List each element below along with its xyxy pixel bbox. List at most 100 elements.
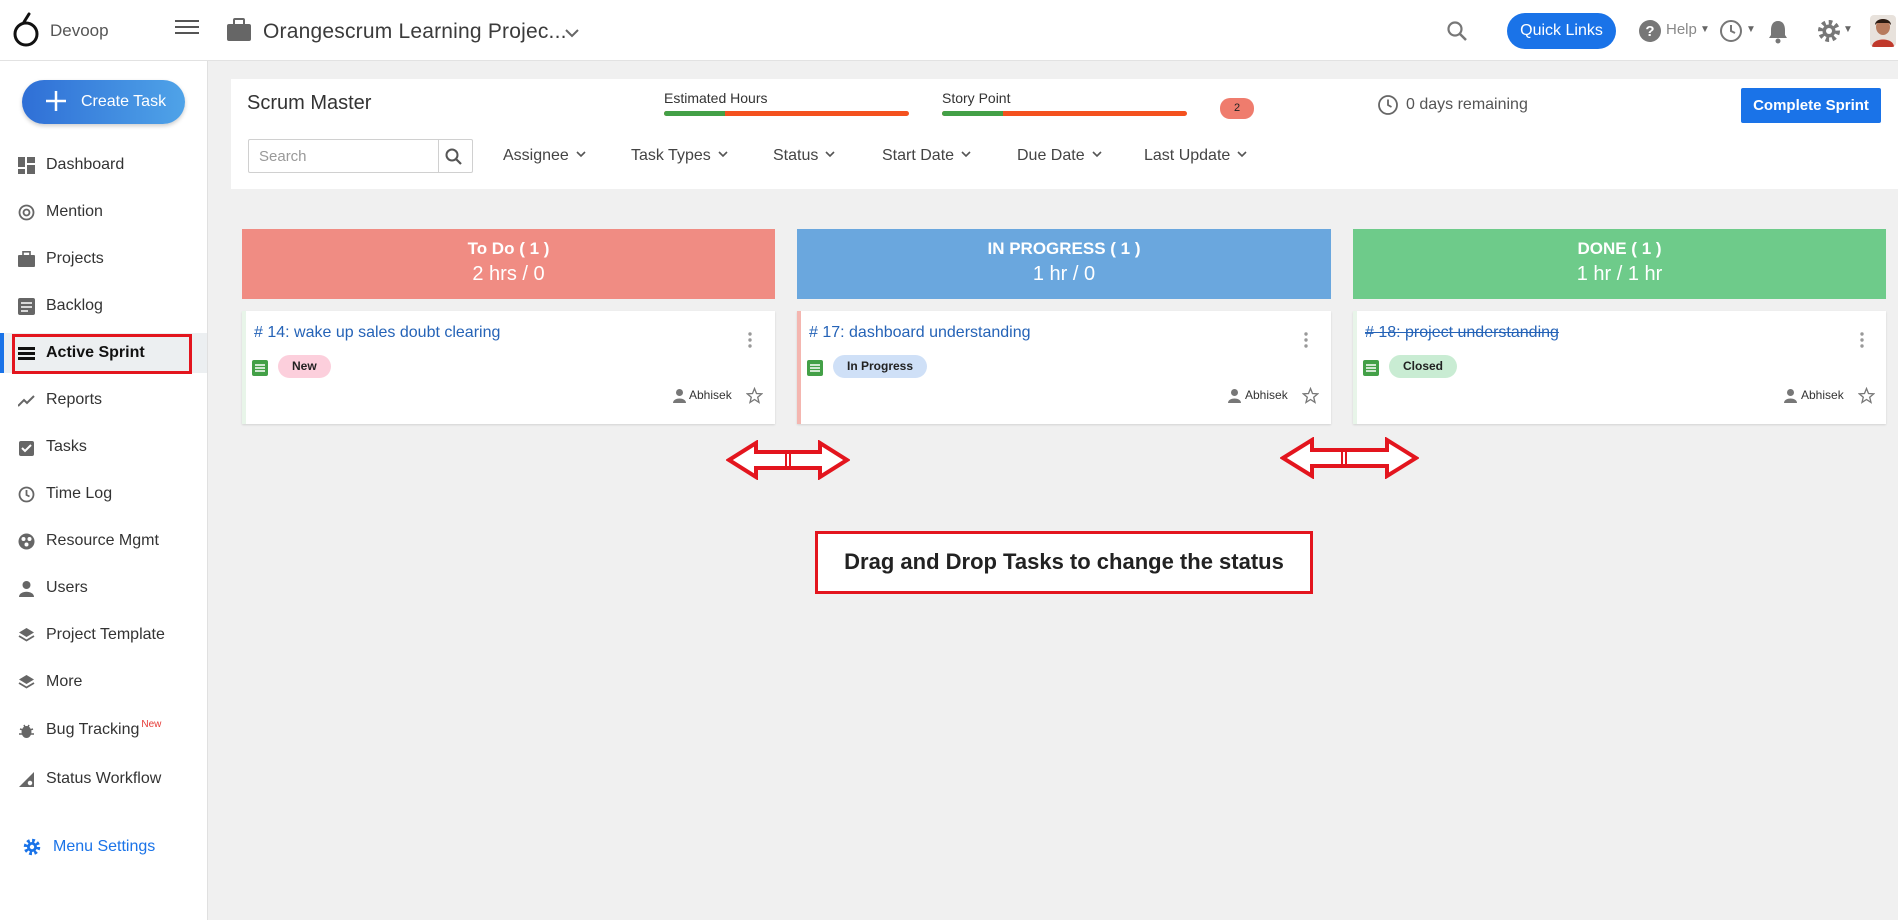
sidebar-item-tasks[interactable]: Tasks <box>0 427 207 467</box>
quick-links-button[interactable]: Quick Links <box>1507 13 1616 49</box>
card-accent <box>797 311 801 424</box>
caret-down-icon[interactable]: ▼ <box>1843 24 1853 35</box>
filter-due-date[interactable]: Due Date <box>1017 147 1103 165</box>
sidebar-item-time-log[interactable]: Time Log <box>0 474 207 514</box>
filter-label: Status <box>773 147 819 164</box>
sidebar-item-project-template[interactable]: Project Template <box>0 615 207 655</box>
column-header-todo: To Do ( 1 ) 2 hrs / 0 <box>242 229 775 299</box>
company-name[interactable]: Devoop <box>50 21 109 41</box>
plus-icon <box>46 91 66 111</box>
sidebar: Create Task Dashboard Mention Projects B… <box>0 61 208 920</box>
trend-icon <box>18 395 35 407</box>
project-title[interactable]: Orangescrum Learning Projec... <box>263 20 567 44</box>
task-card[interactable]: # 18: project understanding Closed Abhis… <box>1353 311 1886 424</box>
orangescrum-logo-icon[interactable] <box>12 12 42 48</box>
search-icon[interactable] <box>1446 20 1468 42</box>
caret-down-icon[interactable]: ▼ <box>1700 24 1710 35</box>
dashboard-icon <box>18 157 35 174</box>
more-vertical-icon[interactable] <box>1859 331 1865 349</box>
task-search <box>248 139 473 173</box>
filter-task-types[interactable]: Task Types <box>631 147 729 165</box>
avatar[interactable] <box>1870 15 1896 47</box>
briefcase-icon <box>18 251 35 267</box>
more-vertical-icon[interactable] <box>747 331 753 349</box>
create-task-button[interactable]: Create Task <box>22 80 185 124</box>
sidebar-item-label: Bug Tracking New <box>46 719 162 739</box>
story-point-progress <box>942 111 1187 116</box>
filter-last-update[interactable]: Last Update <box>1144 147 1248 165</box>
sidebar-item-more[interactable]: More <box>0 662 207 702</box>
sidebar-item-projects[interactable]: Projects <box>0 239 207 279</box>
chevron-down-icon[interactable] <box>563 24 581 42</box>
task-title-link[interactable]: # 17: dashboard understanding <box>809 324 1031 342</box>
menu-settings-link[interactable]: Menu Settings <box>0 827 207 867</box>
status-badge[interactable]: In Progress <box>833 355 928 378</box>
card-accent <box>1353 311 1357 424</box>
progress-fill <box>664 111 726 116</box>
column-title: IN PROGRESS ( 1 ) <box>987 239 1141 258</box>
chevron-down-icon <box>576 151 586 157</box>
sidebar-item-label: Dashboard <box>46 156 125 173</box>
briefcase-icon <box>227 18 251 41</box>
menu-toggle-icon[interactable] <box>175 20 199 40</box>
sidebar-item-label: Tasks <box>46 438 87 455</box>
filter-label: Assignee <box>503 147 569 164</box>
sidebar-item-bug-tracking[interactable]: Bug Tracking New <box>0 710 207 750</box>
filter-label: Due Date <box>1017 147 1085 164</box>
bell-icon[interactable] <box>1767 18 1789 44</box>
sidebar-item-backlog[interactable]: Backlog <box>0 286 207 326</box>
assignee-name[interactable]: Abhisek <box>1801 388 1844 402</box>
star-icon[interactable] <box>746 387 763 404</box>
sidebar-item-label: Mention <box>46 203 103 220</box>
task-card[interactable]: # 17: dashboard understanding In Progres… <box>797 311 1331 424</box>
task-card[interactable]: # 14: wake up sales doubt clearing New A… <box>242 311 775 424</box>
help-icon[interactable]: ? <box>1638 19 1662 43</box>
search-icon[interactable] <box>444 147 464 167</box>
assignee-name[interactable]: Abhisek <box>689 388 732 402</box>
sidebar-item-mention[interactable]: Mention <box>0 192 207 232</box>
sidebar-item-resource-mgmt[interactable]: Resource Mgmt <box>0 521 207 561</box>
filter-status[interactable]: Status <box>773 147 836 165</box>
sidebar-item-dashboard[interactable]: Dashboard <box>0 145 207 185</box>
layers-icon <box>18 675 35 689</box>
sidebar-item-label: More <box>46 673 83 690</box>
svg-text:?: ? <box>1645 23 1654 40</box>
task-title-link[interactable]: # 18: project understanding <box>1365 324 1559 342</box>
card-accent <box>242 311 246 424</box>
more-vertical-icon[interactable] <box>1303 331 1309 349</box>
status-badge[interactable]: Closed <box>1389 355 1458 378</box>
user-icon <box>1228 389 1241 403</box>
star-icon[interactable] <box>1858 387 1875 404</box>
gear-icon[interactable] <box>1816 18 1842 44</box>
caret-down-icon[interactable]: ▼ <box>1746 24 1756 35</box>
task-title-link[interactable]: # 14: wake up sales doubt clearing <box>254 324 500 342</box>
sidebar-item-users[interactable]: Users <box>0 568 207 608</box>
search-input[interactable] <box>249 140 439 172</box>
help-label[interactable]: Help <box>1666 21 1697 38</box>
create-task-label: Create Task <box>81 93 167 110</box>
story-point-label: Story Point <box>942 90 1011 106</box>
assignee-name[interactable]: Abhisek <box>1245 388 1288 402</box>
new-badge: New <box>141 719 162 730</box>
drag-drop-note: Drag and Drop Tasks to change the status <box>815 531 1313 594</box>
star-icon[interactable] <box>1302 387 1319 404</box>
user-icon <box>673 389 686 403</box>
gear-icon <box>23 838 41 856</box>
sidebar-item-label: Backlog <box>46 297 103 314</box>
sidebar-item-reports[interactable]: Reports <box>0 380 207 420</box>
sidebar-item-label: Time Log <box>46 485 113 502</box>
column-header-done: DONE ( 1 ) 1 hr / 1 hr <box>1353 229 1886 299</box>
estimated-hours-progress <box>664 111 909 116</box>
filter-assignee[interactable]: Assignee <box>503 147 587 165</box>
workflow-icon <box>19 772 34 787</box>
complete-sprint-button[interactable]: Complete Sprint <box>1741 88 1881 123</box>
clipboard-check-icon <box>19 441 34 456</box>
status-badge[interactable]: New <box>278 355 331 378</box>
top-bar: Devoop Orangescrum Learning Projec... Qu… <box>0 0 1898 61</box>
filter-label: Start Date <box>882 147 955 164</box>
filter-start-date[interactable]: Start Date <box>882 147 972 165</box>
estimated-hours-label: Estimated Hours <box>664 90 768 106</box>
clock-icon[interactable] <box>1719 19 1743 43</box>
sidebar-item-status-workflow[interactable]: Status Workflow <box>0 759 207 799</box>
days-remaining: 0 days remaining <box>1406 96 1528 113</box>
